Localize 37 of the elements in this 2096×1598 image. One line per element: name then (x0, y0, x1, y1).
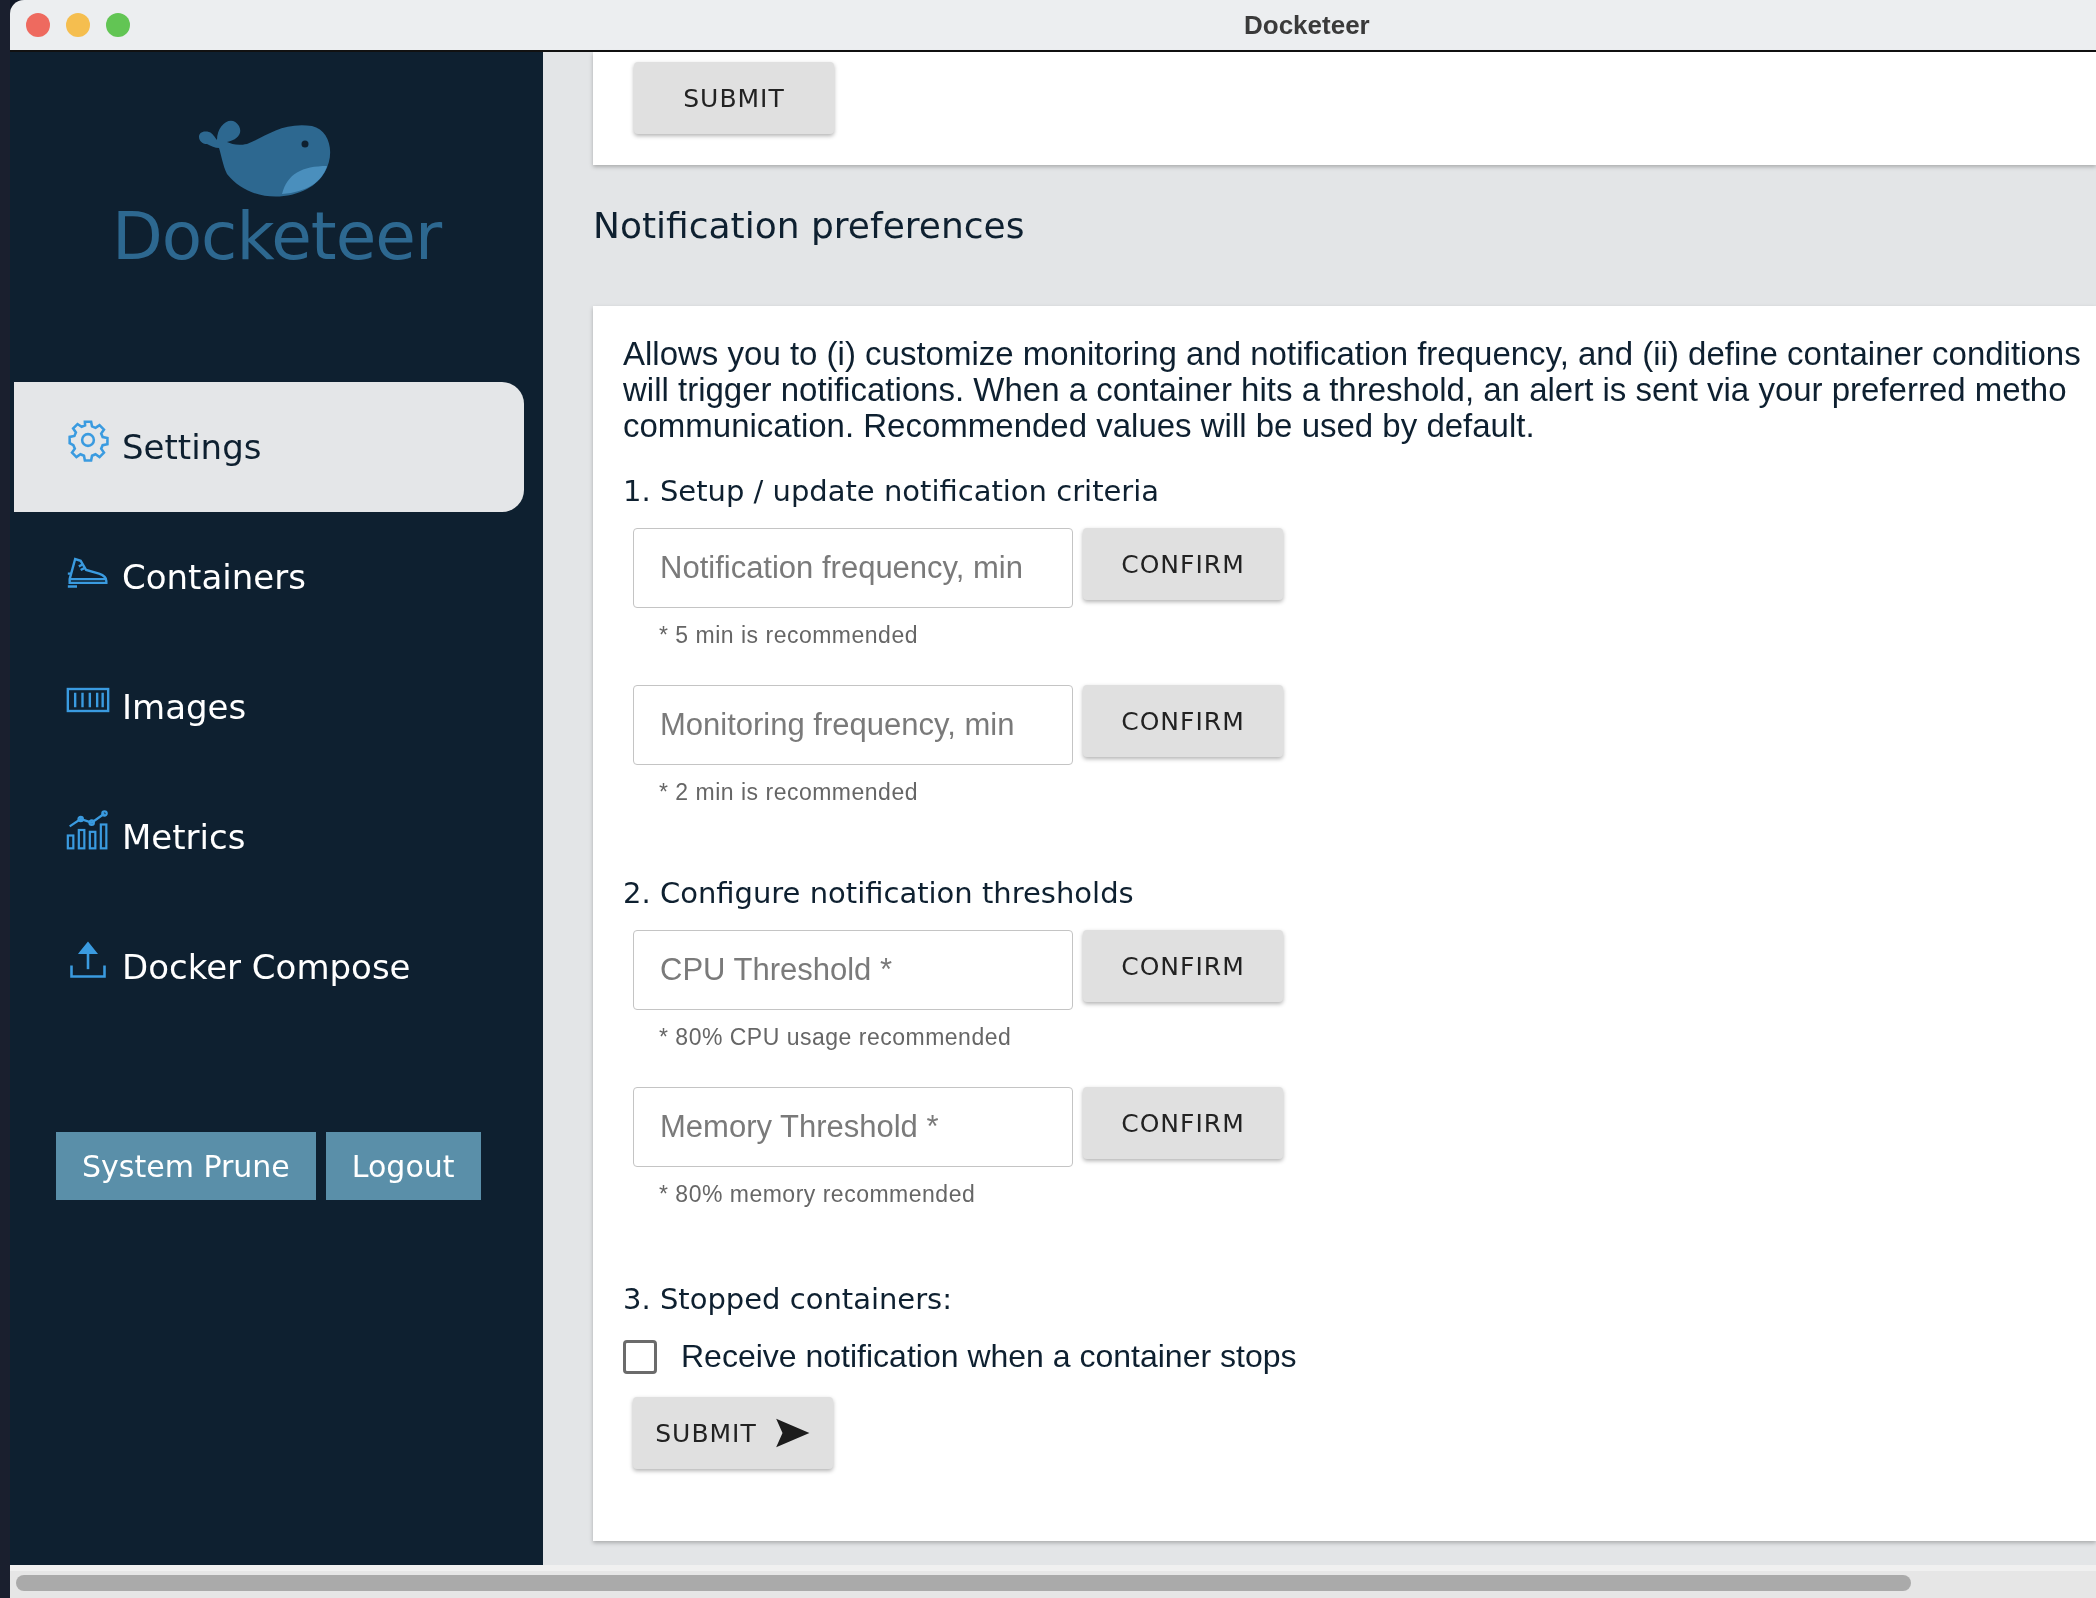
window-title: Docketeer (1244, 9, 1370, 41)
scrollbar[interactable] (10, 1565, 2096, 1598)
confirm-button[interactable]: CONFIRM (1083, 528, 1283, 600)
input-field[interactable]: CPU Threshold * (633, 930, 1073, 1010)
checkbox[interactable] (623, 1339, 657, 1374)
sidebar-item[interactable]: Images (14, 642, 524, 772)
submit-button[interactable]: SUBMIT (633, 1397, 833, 1469)
section-heading: 1. Setup / update notification criteria (623, 474, 1161, 508)
sidebar-button[interactable]: Logout (325, 1132, 481, 1200)
sidebar-item[interactable]: Containers (14, 512, 524, 642)
sidebar-item[interactable]: Metrics (14, 772, 524, 902)
chart-icon (66, 808, 110, 852)
section-title: Notification preferences (593, 205, 1026, 248)
submit-button[interactable]: SUBMIT (634, 62, 834, 134)
sidebar-item[interactable]: Settings (14, 382, 524, 512)
hint-text: * 2 min is recommended (658, 779, 919, 806)
confirm-button[interactable]: CONFIRM (1083, 1087, 1283, 1159)
section-heading: 2. Configure notification thresholds (623, 876, 1135, 910)
scrollbar-thumb[interactable] (16, 1575, 1911, 1591)
confirm-button[interactable]: CONFIRM (1083, 930, 1283, 1002)
close-icon[interactable] (26, 13, 50, 37)
checkbox-label: Receive notification when a container stops (681, 1338, 1297, 1375)
description-text: Allows you to (i) customize monitoring and notification frequency, and (ii) define container conditions will trigger notifications. When a container hits a threshold, an alert is sent via your preferred metho communication. Recommended values will be used by default. (623, 336, 2081, 444)
logo-text: Docketeer (111, 198, 442, 275)
maximize-icon[interactable] (106, 13, 130, 37)
minimize-icon[interactable] (66, 13, 90, 37)
confirm-button[interactable]: CONFIRM (1083, 685, 1283, 757)
input-field[interactable]: Monitoring frequency, min (633, 685, 1073, 765)
input-field[interactable]: Notification frequency, min (633, 528, 1073, 608)
hint-text: * 80% CPU usage recommended (658, 1024, 1013, 1051)
sidebar-button[interactable]: System Prune (56, 1132, 316, 1200)
gear-icon (66, 418, 110, 462)
sidebar-item[interactable]: Docker Compose (14, 902, 524, 1032)
input-field[interactable]: Memory Threshold * (633, 1087, 1073, 1167)
hint-text: * 80% memory recommended (658, 1181, 977, 1208)
section-heading: 3. Stopped containers: (623, 1282, 953, 1316)
hint-text: * 5 min is recommended (658, 622, 919, 649)
